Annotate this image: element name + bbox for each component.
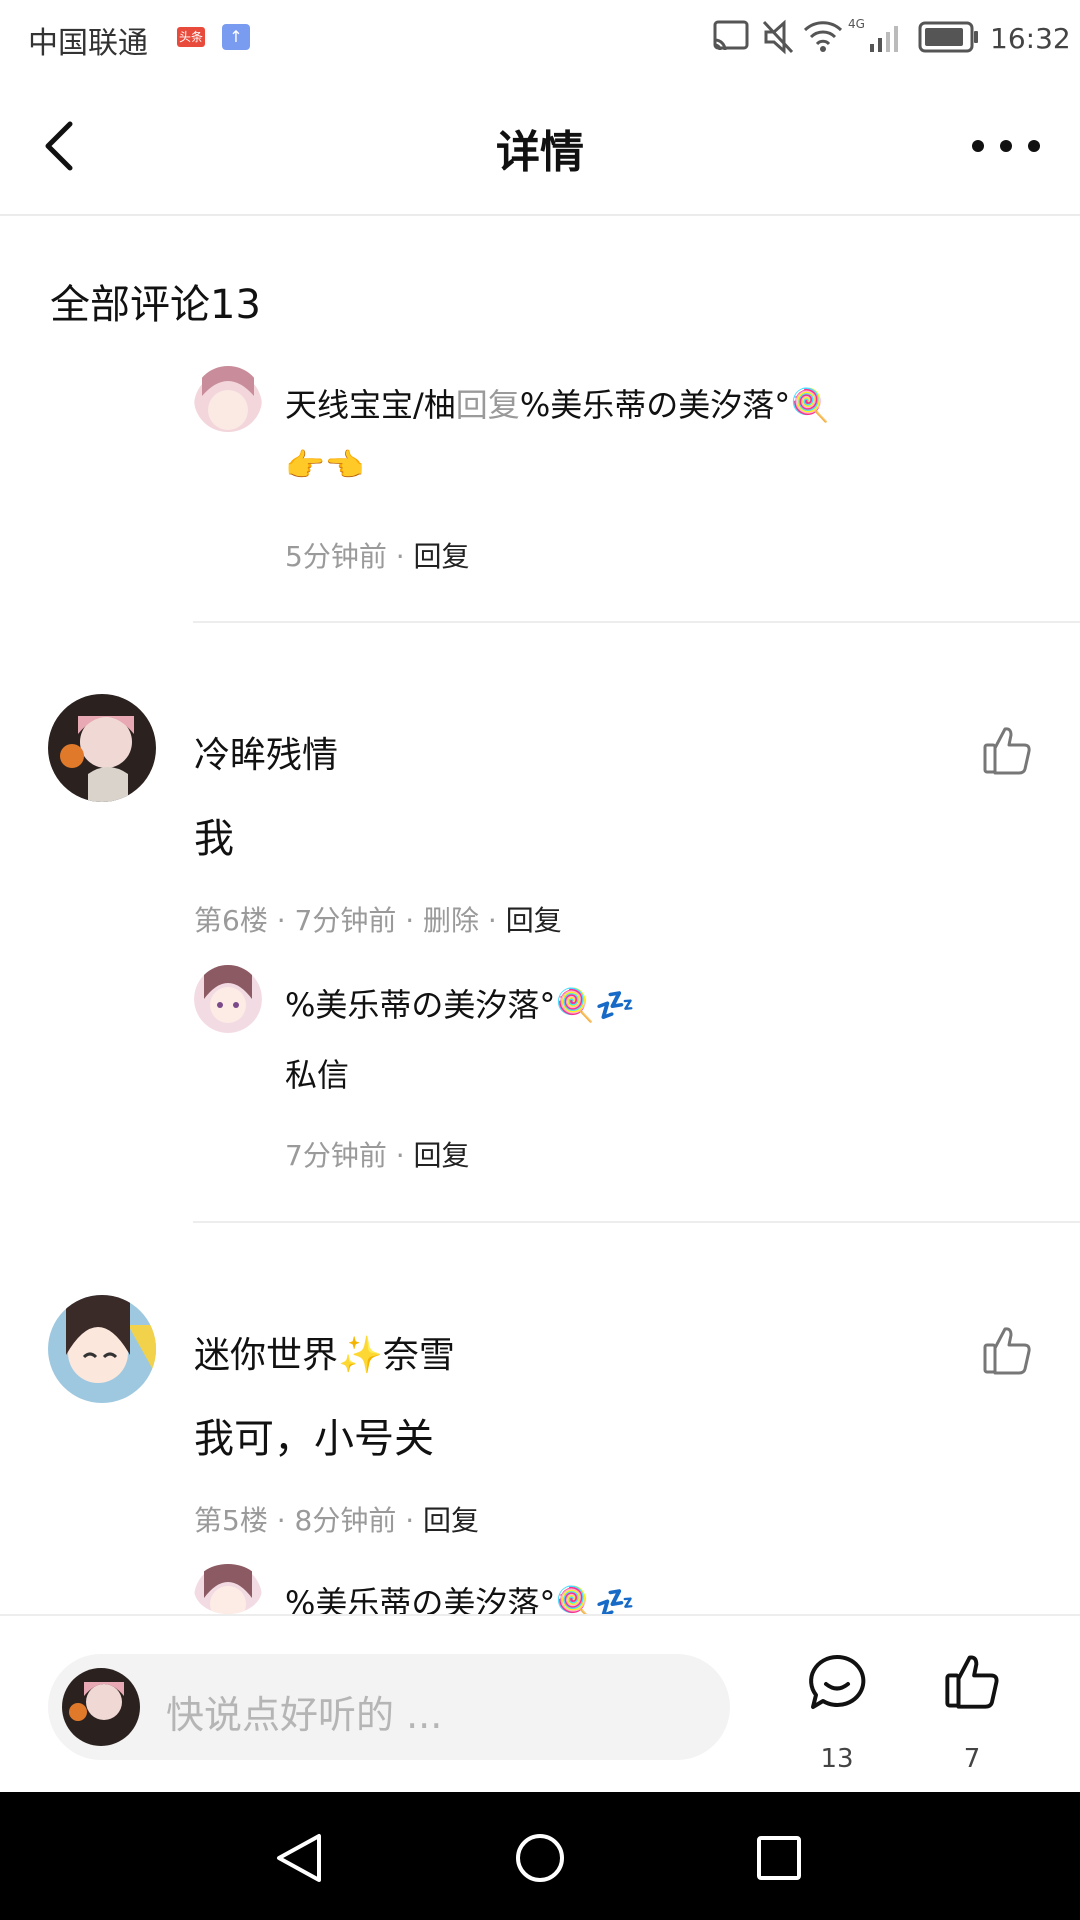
reply-button[interactable]: 回复 xyxy=(414,1139,470,1172)
news-badge: 头条 xyxy=(177,27,205,47)
reply-time: 5分钟前 xyxy=(285,540,387,573)
reply-time: 7分钟前 · xyxy=(285,1139,414,1172)
svg-text:4G: 4G xyxy=(848,17,865,31)
reply-text: 私信 xyxy=(285,1056,350,1094)
clock: 16:32 xyxy=(990,22,1071,55)
app-notification-icon: ↑ xyxy=(222,24,250,50)
more-options-icon[interactable] xyxy=(970,136,1042,156)
avatar[interactable] xyxy=(194,965,262,1033)
wifi-icon xyxy=(803,21,843,52)
comment-input[interactable]: 快说点好听的 ... xyxy=(48,1654,730,1760)
comment-bar: 快说点好听的 ... 13 7 xyxy=(0,1614,1080,1794)
top-app-bar: 详情 xyxy=(0,76,1080,216)
avatar[interactable] xyxy=(194,366,262,432)
floor-time: 第5楼 · 8分钟前 · xyxy=(194,1504,424,1537)
avatar[interactable] xyxy=(48,694,156,802)
reply-button[interactable]: 回复 xyxy=(423,1504,479,1537)
system-nav-bar xyxy=(0,1792,1080,1920)
thumbs-up-icon[interactable] xyxy=(982,1324,1034,1376)
input-placeholder: 快说点好听的 ... xyxy=(166,1693,443,1737)
nav-back-icon[interactable] xyxy=(275,1832,323,1884)
divider xyxy=(193,621,1080,623)
avatar[interactable] xyxy=(48,1295,156,1403)
comment-text: 我 xyxy=(194,816,234,862)
reply-author[interactable]: 天线宝宝/柚 xyxy=(285,386,456,424)
comment-author[interactable]: 冷眸残情 xyxy=(194,726,338,778)
nav-home-icon[interactable] xyxy=(514,1832,566,1884)
comment-author[interactable]: 迷你世界✨奈雪 xyxy=(194,1326,455,1378)
divider xyxy=(193,1221,1080,1223)
reply-button[interactable]: 回复 xyxy=(506,904,562,937)
reply-target[interactable]: %美乐蒂の美汐落°🍭 xyxy=(520,386,830,424)
comment-count: 13 xyxy=(820,1744,854,1774)
reply-text: 👉👈 xyxy=(285,446,365,484)
cast-icon xyxy=(713,20,749,51)
nav-recents-icon[interactable] xyxy=(755,1834,803,1882)
comments-section-title: 全部评论13 xyxy=(50,282,261,328)
reply-button[interactable]: 回复 xyxy=(414,540,470,573)
reply-author[interactable]: %美乐蒂の美汐落°🍭💤 xyxy=(285,1578,635,1614)
reply-word: 回复 xyxy=(455,386,520,424)
comment-meta: 第5楼 · 8分钟前 · 回复 xyxy=(194,1499,479,1539)
signal-4g-icon: 4G xyxy=(848,17,898,52)
reply-author[interactable]: %美乐蒂の美汐落°🍭💤 xyxy=(285,980,635,1026)
carrier-name: 中国联通 xyxy=(28,26,148,61)
page-title: 详情 xyxy=(496,127,584,178)
avatar[interactable] xyxy=(194,1564,262,1614)
reply-meta: 5分钟前 · 回复 xyxy=(285,540,470,573)
comment-icon[interactable] xyxy=(806,1652,868,1714)
floor-time-delete: 第6楼 · 7分钟前 · 删除 · xyxy=(194,904,506,937)
comment-meta: 第6楼 · 7分钟前 · 删除 · 回复 xyxy=(194,899,562,939)
battery-icon xyxy=(918,21,978,53)
like-icon[interactable] xyxy=(944,1652,1002,1710)
status-bar: 中国联通 头条 ↑ 4G 16:32 xyxy=(0,0,1080,76)
reply-header: 天线宝宝/柚回复%美乐蒂の美汐落°🍭 xyxy=(285,380,1030,426)
reply-meta: 7分钟前 · 回复 xyxy=(285,1134,470,1174)
thumbs-up-icon[interactable] xyxy=(982,724,1034,776)
my-avatar xyxy=(62,1668,140,1746)
like-count: 7 xyxy=(963,1744,981,1774)
mute-icon xyxy=(762,19,794,55)
comment-text: 我可，小号关 xyxy=(194,1416,434,1462)
